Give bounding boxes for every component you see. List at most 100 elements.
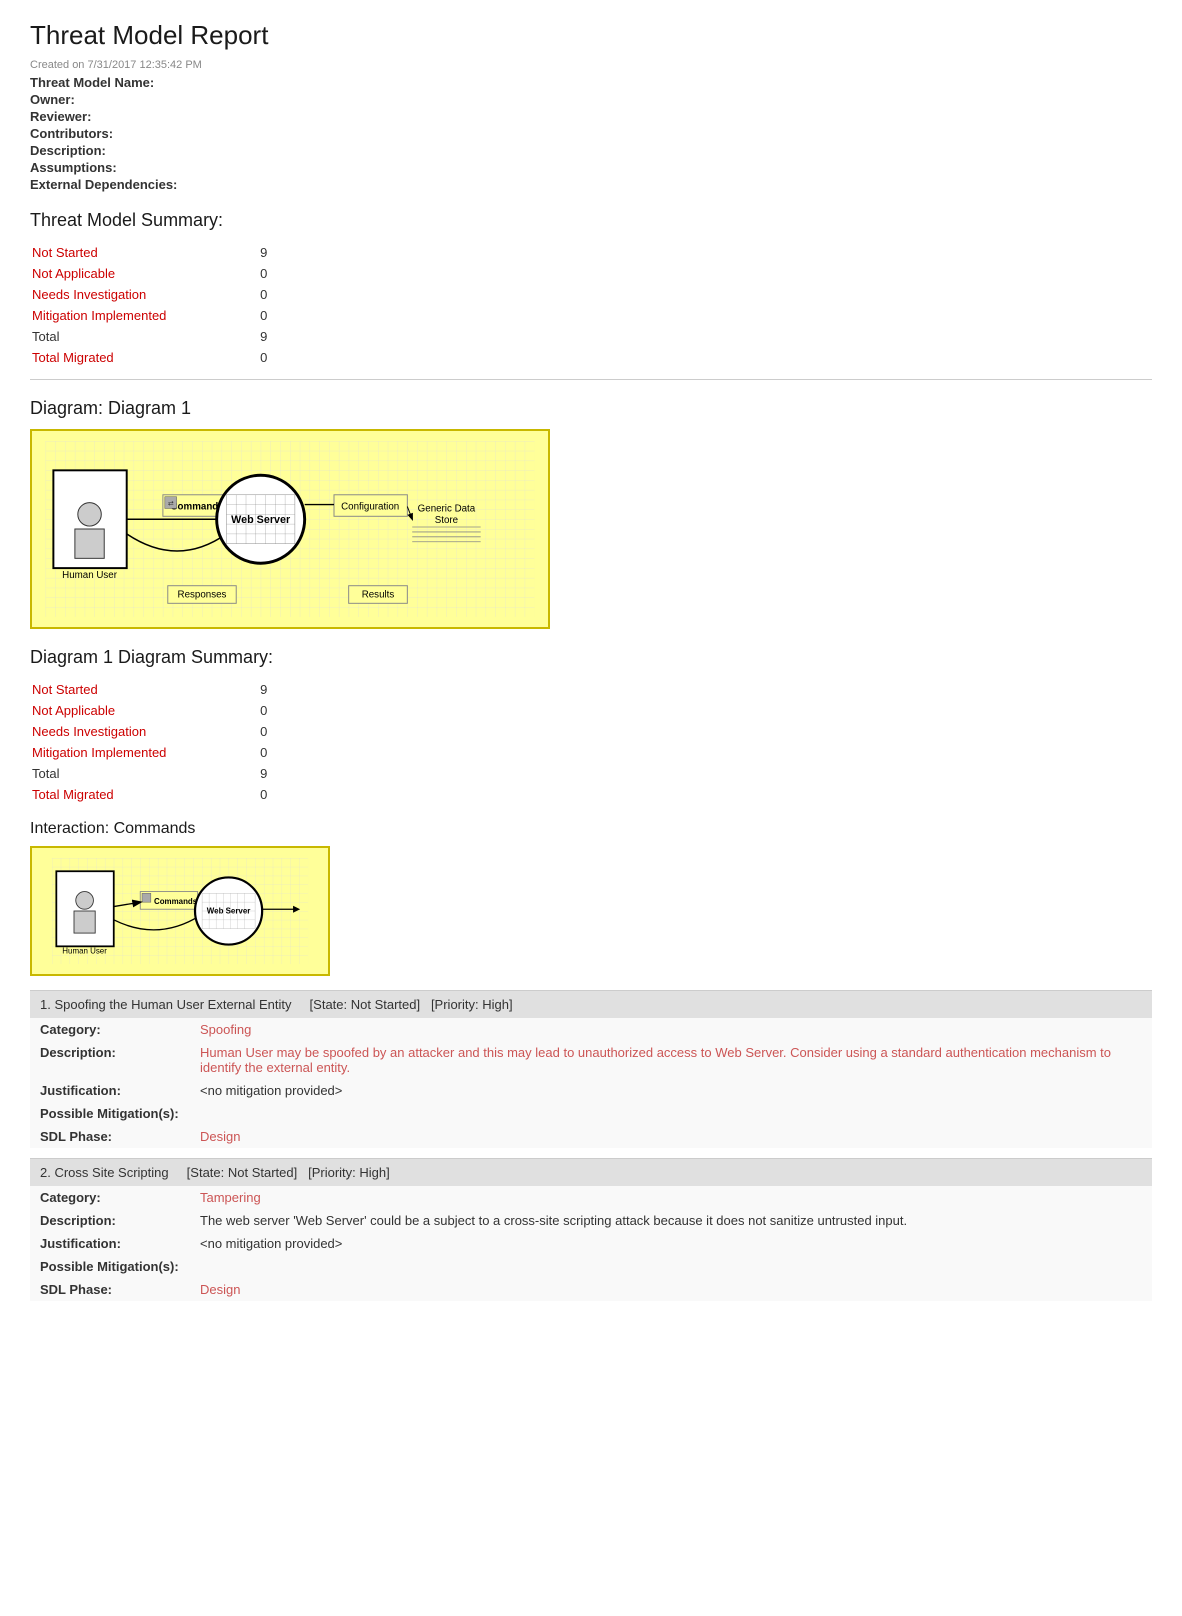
threat-2-sdl-row: SDL Phase: Design [30, 1278, 1152, 1301]
category-label-2: Category: [30, 1186, 190, 1209]
threat-1-justification-row: Justification: <no mitigation provided> [30, 1079, 1152, 1102]
external-dependencies: External Dependencies: [30, 177, 1152, 192]
summary-row-value: 0 [260, 306, 328, 325]
svg-text:Store: Store [435, 515, 458, 526]
threat-1-sdl-row: SDL Phase: Design [30, 1125, 1152, 1148]
summary-row-value: 0 [260, 722, 328, 741]
threat-2-justification-value: <no mitigation provided> [190, 1232, 1152, 1255]
justification-label-2: Justification: [30, 1232, 190, 1255]
threat-1-priority: High [482, 997, 509, 1012]
threat-1-justification-value: <no mitigation provided> [190, 1079, 1152, 1102]
summary-row-value: 9 [260, 243, 328, 262]
svg-text:Generic Data: Generic Data [418, 503, 476, 514]
summary-row: Needs Investigation0 [32, 285, 328, 304]
interaction-svg: Human User Commands Web Server [42, 858, 318, 964]
description-field: Description: [30, 143, 1152, 158]
summary-row: Total Migrated0 [32, 348, 328, 367]
threat-1-sdl-value: Design [190, 1125, 1152, 1148]
threat-1-state: Not Started [351, 997, 417, 1012]
threat-1-category-value: Spoofing [190, 1018, 1152, 1041]
possible-mitigations-label: Possible Mitigation(s): [30, 1102, 190, 1125]
summary-row-label: Needs Investigation [32, 722, 258, 741]
summary-row: Total9 [32, 764, 328, 783]
threat-1-description-row: Description: Human User may be spoofed b… [30, 1041, 1152, 1079]
summary-row-label: Not Started [32, 680, 258, 699]
sdl-phase-label: SDL Phase: [30, 1125, 190, 1148]
summary-table: Not Started9Not Applicable0Needs Investi… [30, 241, 330, 369]
threat-2-category-row: Category: Tampering [30, 1186, 1152, 1209]
diagram-summary-table: Not Started9Not Applicable0Needs Investi… [30, 678, 330, 806]
owner: Owner: [30, 92, 1152, 107]
svg-text:Responses: Responses [178, 589, 227, 600]
category-label: Category: [30, 1018, 190, 1041]
summary-row: Not Applicable0 [32, 264, 328, 283]
summary-row-value: 9 [260, 764, 328, 783]
assumptions: Assumptions: [30, 160, 1152, 175]
justification-label: Justification: [30, 1079, 190, 1102]
reviewer: Reviewer: [30, 109, 1152, 124]
summary-row: Mitigation Implemented0 [32, 306, 328, 325]
threat-2-description-value: The web server 'Web Server' could be a s… [190, 1209, 1152, 1232]
summary-row-value: 0 [260, 743, 328, 762]
interaction-diagram: Human User Commands Web Server [30, 846, 330, 976]
summary-row-value: 0 [260, 785, 328, 804]
diagram-section-title: Diagram: Diagram 1 [30, 398, 1152, 419]
threat-1-mitigations-value [190, 1102, 1152, 1125]
threat-1-details: Category: Spoofing Description: Human Us… [30, 1018, 1152, 1148]
threat-2-justification-row: Justification: <no mitigation provided> [30, 1232, 1152, 1255]
threat-1-name: Spoofing the Human User External Entity [54, 997, 291, 1012]
summary-row: Not Started9 [32, 680, 328, 699]
summary-row-label: Not Started [32, 243, 258, 262]
summary-row-value: 0 [260, 701, 328, 720]
summary-row-label: Mitigation Implemented [32, 743, 258, 762]
summary-row-label: Not Applicable [32, 701, 258, 720]
summary-row-label: Needs Investigation [32, 285, 258, 304]
page-title: Threat Model Report [30, 20, 1152, 51]
svg-text:Human User: Human User [62, 946, 107, 955]
svg-text:⇄: ⇄ [168, 501, 174, 508]
contributors: Contributors: [30, 126, 1152, 141]
threat-2-priority: High [359, 1165, 386, 1180]
threat-2-state: Not Started [228, 1165, 294, 1180]
threat-1-number: 1 [40, 997, 47, 1012]
svg-text:Commands: Commands [154, 897, 198, 906]
svg-text:Results: Results [362, 589, 395, 600]
summary-row-label: Not Applicable [32, 264, 258, 283]
threat-2-name: Cross Site Scripting [54, 1165, 168, 1180]
threat-model-name: Threat Model Name: [30, 75, 1152, 90]
threat-2-number: 2 [40, 1165, 47, 1180]
summary-row-label: Total Migrated [32, 785, 258, 804]
svg-text:Web Server: Web Server [231, 514, 291, 526]
diagram-full: Human User Commands ⇄ Web Server Respons… [30, 429, 550, 629]
threat-2-category-value: Tampering [190, 1186, 1152, 1209]
svg-text:Human User: Human User [62, 570, 118, 581]
diagram-svg: Human User Commands ⇄ Web Server Respons… [42, 441, 538, 617]
description-label: Description: [30, 1041, 190, 1079]
summary-row: Not Applicable0 [32, 701, 328, 720]
summary-row-label: Total Migrated [32, 348, 258, 367]
summary-row-label: Mitigation Implemented [32, 306, 258, 325]
summary-row-value: 9 [260, 680, 328, 699]
threat-2-description-row: Description: The web server 'Web Server'… [30, 1209, 1152, 1232]
threat-2-sdl-value: Design [190, 1278, 1152, 1301]
summary-row: Total9 [32, 327, 328, 346]
threat-2-header: 2. Cross Site Scripting [State: Not Star… [30, 1158, 1152, 1186]
section-divider [30, 379, 1152, 380]
created-date: Created on 7/31/2017 12:35:42 PM [30, 59, 1152, 71]
threat-1-description-value: Human User may be spoofed by an attacker… [190, 1041, 1152, 1079]
summary-row-value: 0 [260, 285, 328, 304]
summary-row-value: 0 [260, 264, 328, 283]
summary-row-value: 0 [260, 348, 328, 367]
summary-row-label: Total [32, 764, 258, 783]
summary-row: Mitigation Implemented0 [32, 743, 328, 762]
threat-1-header: 1. Spoofing the Human User External Enti… [30, 990, 1152, 1018]
threat-1-mitigations-row: Possible Mitigation(s): [30, 1102, 1152, 1125]
threat-2-mitigations-row: Possible Mitigation(s): [30, 1255, 1152, 1278]
sdl-phase-label-2: SDL Phase: [30, 1278, 190, 1301]
diagram-summary-title: Diagram 1 Diagram Summary: [30, 647, 1152, 668]
threat-2-details: Category: Tampering Description: The web… [30, 1186, 1152, 1301]
summary-row: Total Migrated0 [32, 785, 328, 804]
summary-row: Not Started9 [32, 243, 328, 262]
interaction-title: Interaction: Commands [30, 820, 1152, 838]
svg-text:Configuration: Configuration [341, 501, 399, 512]
